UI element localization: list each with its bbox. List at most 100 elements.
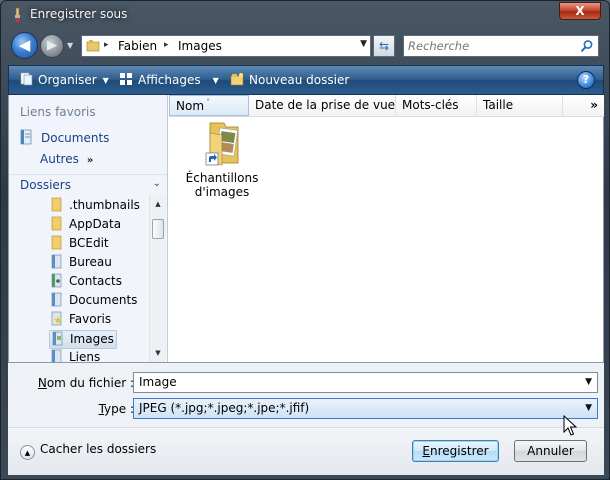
- dialog-footer: ▲ Cacher les dossiers Enregistrer Annuler: [8, 427, 604, 475]
- tree-item-appdata[interactable]: AppData: [49, 216, 144, 235]
- tree-item-bcedit[interactable]: BCEdit: [49, 235, 144, 254]
- breadcrumb-images[interactable]: Images: [178, 39, 222, 53]
- breadcrumb-separator-icon[interactable]: ▸: [164, 40, 169, 50]
- tree-item-thumbnails[interactable]: .thumbnails: [49, 197, 144, 216]
- paint-brush-icon: [15, 7, 20, 22]
- links-icon: [51, 349, 62, 362]
- save-button[interactable]: Enregistrer: [412, 440, 499, 462]
- column-header-date[interactable]: Date de la prise de vue: [249, 95, 396, 116]
- folder-tree-scrollbar[interactable]: ▲ ▼: [149, 195, 166, 362]
- filename-value[interactable]: Image: [139, 375, 177, 389]
- scrollbar-thumb[interactable]: [152, 219, 164, 239]
- address-bar[interactable]: ▸ Fabien ▸ Images ▼: [81, 35, 371, 57]
- column-header-label: Nom: [176, 99, 205, 113]
- organize-icon: [20, 72, 33, 86]
- folders-header-label: Dossiers: [20, 178, 71, 192]
- cancel-button[interactable]: Annuler: [514, 440, 587, 462]
- tree-item-label: Favoris: [69, 312, 112, 326]
- tree-item-label: .thumbnails: [69, 198, 140, 212]
- recent-pages-dropdown-icon[interactable]: ▼: [67, 42, 76, 50]
- documents-icon: [20, 129, 32, 145]
- double-chevron-icon: »: [86, 155, 94, 166]
- command-bar: Organiser ▼ Affichages ▼ Nouveau dossier ?: [8, 65, 604, 95]
- more-columns-icon[interactable]: »: [590, 98, 598, 112]
- folder-icon: [51, 197, 62, 212]
- address-dropdown-icon[interactable]: ▼: [360, 39, 367, 49]
- breadcrumb-separator-icon[interactable]: ▸: [104, 40, 109, 50]
- favorite-link-documents[interactable]: Documents: [19, 129, 109, 145]
- navigation-pane: Liens favoris Documents Autres » Dossiers…: [9, 95, 168, 362]
- documents-icon: [51, 292, 62, 307]
- mouse-cursor-icon: [563, 415, 577, 436]
- more-links-label: Autres: [40, 152, 79, 166]
- breadcrumb-fabien[interactable]: Fabien: [118, 39, 157, 53]
- views-menu[interactable]: Affichages ▼: [119, 72, 219, 87]
- tree-item-contacts[interactable]: Contacts: [49, 273, 144, 292]
- search-box[interactable]: [403, 35, 599, 57]
- views-label: Affichages: [138, 73, 201, 87]
- favorites-header: Liens favoris: [20, 105, 96, 119]
- caret-down-icon: ▼: [212, 76, 219, 85]
- file-item-sample-pictures[interactable]: Échantillons d'images: [181, 119, 263, 199]
- title-bar[interactable]: Enregistrer sous X: [1, 1, 609, 29]
- favorite-label: Documents: [41, 131, 110, 145]
- search-input[interactable]: [408, 38, 578, 54]
- new-folder-label: Nouveau dossier: [249, 73, 350, 87]
- column-header-keywords[interactable]: Mots-clés: [396, 95, 477, 116]
- save-label-first: E: [422, 444, 431, 458]
- scroll-down-icon[interactable]: ▼: [150, 346, 166, 360]
- refresh-button[interactable]: ⇆: [373, 35, 395, 57]
- tree-item-label: Contacts: [69, 274, 122, 288]
- filename-label-rest: om du fichier :: [46, 376, 134, 390]
- folder-icon: [51, 235, 62, 250]
- organize-label: Organiser: [38, 73, 97, 87]
- tree-item-liens[interactable]: Liens: [49, 349, 144, 362]
- new-folder-button[interactable]: Nouveau dossier: [230, 72, 349, 87]
- window-title: Enregistrer sous: [30, 7, 128, 21]
- tree-item-images[interactable]: Images: [49, 330, 117, 349]
- contacts-icon: [51, 273, 62, 288]
- computer-folder-icon: [86, 40, 100, 52]
- column-header-size[interactable]: Taille: [477, 95, 563, 116]
- file-type-value[interactable]: JPEG (*.jpg;*.jpeg;*.jpe;*.jfif): [139, 401, 309, 415]
- file-name-line-1: Échantillons: [185, 171, 259, 185]
- hide-folders-button[interactable]: ▲ Cacher les dossiers: [20, 442, 156, 460]
- folder-icon: [51, 216, 62, 231]
- chevron-down-icon: ⌄: [152, 178, 161, 189]
- tree-item-label: Images: [70, 332, 114, 346]
- file-type-select[interactable]: JPEG (*.jpg;*.jpeg;*.jpe;*.jfif) ▼: [133, 398, 598, 419]
- save-label-rest: nregistrer: [430, 444, 489, 458]
- collapse-up-icon: ▲: [20, 445, 35, 460]
- browse-area: Liens favoris Documents Autres » Dossiers…: [8, 95, 604, 363]
- new-folder-icon: [230, 73, 244, 86]
- close-button[interactable]: X: [559, 2, 601, 20]
- picture-folder-shortcut-icon: [205, 122, 239, 166]
- folder-tree: .thumbnails AppData BCEdit Bureau Contac…: [9, 195, 149, 362]
- organize-menu[interactable]: Organiser ▼: [19, 72, 109, 87]
- hide-folders-label: Cacher les dossiers: [40, 442, 157, 456]
- tree-item-documents[interactable]: Documents: [49, 292, 144, 311]
- save-form: Nom du fichier : Image ▼ Type : JPEG (*.…: [8, 363, 604, 427]
- desktop-icon: [51, 254, 62, 269]
- type-label-rest: ype :: [104, 402, 134, 416]
- folders-header[interactable]: Dossiers ⌄: [9, 174, 167, 194]
- tree-item-favoris[interactable]: Favoris: [49, 311, 144, 330]
- search-icon[interactable]: [580, 39, 594, 53]
- column-header-name[interactable]: Nom ˄: [169, 95, 249, 116]
- save-as-dialog: Enregistrer sous X ◀ ▶ ▼ ▸ Fabien ▸ Imag…: [0, 0, 610, 480]
- tree-item-label: BCEdit: [69, 236, 109, 250]
- type-label: Type :: [98, 402, 134, 416]
- scroll-up-icon[interactable]: ▲: [150, 197, 166, 211]
- back-button[interactable]: ◀: [11, 32, 38, 59]
- tree-item-label: Liens: [69, 350, 101, 362]
- help-icon[interactable]: ?: [577, 71, 595, 89]
- file-name-line-2: d'images: [194, 185, 250, 199]
- dropdown-arrow-icon[interactable]: ▼: [585, 377, 592, 387]
- more-links-button[interactable]: Autres »: [40, 152, 93, 166]
- caret-down-icon: ▼: [102, 76, 109, 85]
- filename-field[interactable]: Image ▼: [133, 372, 598, 393]
- favorites-icon: [51, 311, 62, 326]
- tree-item-bureau[interactable]: Bureau: [49, 254, 144, 273]
- forward-button[interactable]: ▶: [40, 34, 64, 58]
- dropdown-arrow-icon[interactable]: ▼: [585, 403, 592, 413]
